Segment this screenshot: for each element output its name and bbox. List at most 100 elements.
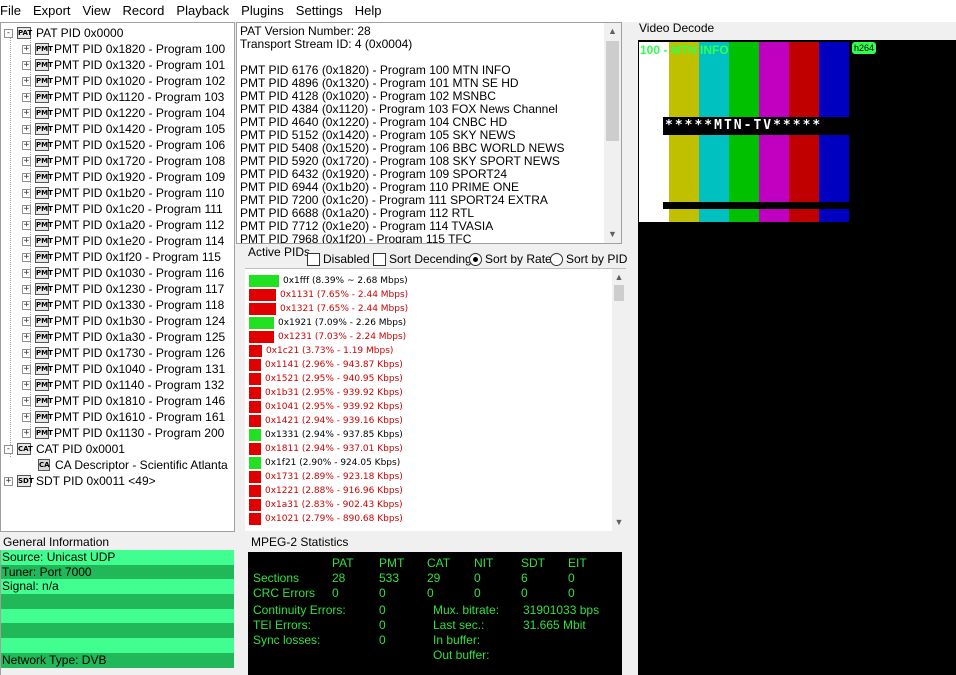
menu-file[interactable]: File (0, 0, 27, 22)
expand-icon[interactable]: + (22, 316, 31, 326)
sort-by-rate-radio[interactable]: Sort by Rate (469, 252, 552, 266)
scroll-thumb[interactable] (606, 41, 619, 141)
tree-item-pmt[interactable]: + PMT PMT PID 0x1810 - Program 146 (22, 393, 225, 409)
scroll-down-icon[interactable]: ▼ (604, 226, 621, 243)
tree-item-pmt[interactable]: + PMT PMT PID 0x1130 - Program 200 (22, 425, 224, 441)
scroll-up-icon[interactable]: ▲ (612, 269, 626, 286)
tree-item-pmt[interactable]: + PMT PMT PID 0x1a20 - Program 112 (22, 217, 224, 233)
expand-icon[interactable]: + (22, 348, 31, 358)
pid-row[interactable]: 0x1231 (7.03% - 2.24 Mbps) (249, 330, 406, 343)
expand-icon[interactable]: + (22, 76, 31, 86)
tree-item-pat[interactable]: - PAT PAT PID 0x0000 (4, 25, 123, 41)
pid-row[interactable]: 0x1a31 (2.83% - 902.43 Kbps) (249, 498, 403, 511)
sort-by-pid-radio[interactable]: Sort by PID (550, 252, 627, 266)
tree-item-pmt[interactable]: + PMT PMT PID 0x1320 - Program 101 (22, 57, 225, 73)
pids-scrollbar[interactable]: ▲ ▼ (612, 269, 626, 531)
pid-row[interactable]: 0x1041 (2.95% - 939.92 Kbps) (249, 400, 403, 413)
tree-item-cat[interactable]: - CAT CAT PID 0x0001 (4, 441, 125, 457)
expand-icon[interactable]: + (22, 300, 31, 310)
tree-item-pmt[interactable]: + PMT PMT PID 0x1920 - Program 109 (22, 169, 225, 185)
expand-icon[interactable]: + (22, 220, 31, 230)
expand-icon[interactable]: + (4, 476, 13, 486)
expand-icon[interactable]: + (22, 124, 31, 134)
menu-playback[interactable]: Playback (170, 0, 235, 22)
pid-row[interactable]: 0x1921 (7.09% - 2.26 Mbps) (249, 316, 406, 329)
active-pids-list[interactable]: ▲ ▼ 0x1fff (8.39% ~ 2.68 Mbps) 0x1131 (7.… (245, 268, 626, 531)
tree-item-pmt[interactable]: + PMT PMT PID 0x1330 - Program 118 (22, 297, 224, 313)
pid-row[interactable]: 0x1b31 (2.95% - 939.92 Kbps) (249, 386, 403, 399)
info-scrollbar[interactable]: ▲ ▼ (604, 23, 621, 243)
expand-icon[interactable]: + (22, 284, 31, 294)
pid-row[interactable]: 0x1521 (2.95% - 940.95 Kbps) (249, 372, 403, 385)
expand-icon[interactable]: + (22, 268, 31, 278)
scroll-thumb[interactable] (614, 285, 624, 301)
scroll-up-icon[interactable]: ▲ (604, 23, 621, 40)
menu-record[interactable]: Record (116, 0, 170, 22)
last-sec-value: 31.665 Mbit (523, 618, 586, 632)
expand-icon[interactable]: + (22, 428, 31, 438)
expand-icon[interactable]: + (22, 332, 31, 342)
tree-item-pmt[interactable]: + PMT PMT PID 0x1140 - Program 132 (22, 377, 224, 393)
tree-item-pmt[interactable]: + PMT PMT PID 0x1520 - Program 106 (22, 137, 225, 153)
tree-item-pmt[interactable]: + PMT PMT PID 0x1f20 - Program 115 (22, 249, 221, 265)
pid-row[interactable]: 0x1731 (2.89% - 923.18 Kbps) (249, 470, 403, 483)
expand-icon[interactable]: + (22, 172, 31, 182)
sort-descending-checkbox[interactable]: Sort Decending (373, 252, 472, 266)
pat-info-pane[interactable]: PAT Version Number: 28 Transport Stream I… (236, 22, 622, 244)
tree-item-sdt[interactable]: + SDT SDT PID 0x0011 <49> (4, 473, 156, 489)
tree-item-pmt[interactable]: + PMT PMT PID 0x1730 - Program 126 (22, 345, 225, 361)
expand-icon[interactable]: + (22, 92, 31, 102)
expand-icon[interactable]: + (22, 396, 31, 406)
tree-item-pmt[interactable]: + PMT PMT PID 0x1220 - Program 104 (22, 105, 225, 121)
menu-settings[interactable]: Settings (290, 0, 349, 22)
pid-row[interactable]: 0x1f21 (2.90% - 924.05 Kbps) (249, 456, 400, 469)
disabled-checkbox[interactable]: Disabled (307, 252, 370, 266)
tree-item-pmt[interactable]: + PMT PMT PID 0x1b20 - Program 110 (22, 185, 224, 201)
scroll-down-icon[interactable]: ▼ (612, 514, 626, 531)
expand-icon[interactable]: + (22, 204, 31, 214)
stats-crc-value: 0 (568, 586, 575, 600)
expand-icon[interactable]: + (22, 156, 31, 166)
pid-row[interactable]: 0x1fff (8.39% ~ 2.68 Mbps) (249, 274, 408, 287)
expand-icon[interactable]: + (22, 364, 31, 374)
tree-item-pmt[interactable]: + PMT PMT PID 0x1a30 - Program 125 (22, 329, 225, 345)
pid-row[interactable]: 0x1331 (2.94% - 937.85 Kbps) (249, 428, 403, 441)
expand-icon[interactable]: + (22, 252, 31, 262)
tree-item-pmt[interactable]: + PMT PMT PID 0x1b30 - Program 124 (22, 313, 225, 329)
tree-item-pmt[interactable]: + PMT PMT PID 0x1820 - Program 100 (22, 41, 225, 57)
pid-row[interactable]: 0x1321 (7.65% - 2.44 Mbps) (249, 302, 408, 315)
expand-icon[interactable]: + (22, 44, 31, 54)
tree-item-pmt[interactable]: + PMT PMT PID 0x1c20 - Program 111 (22, 201, 223, 217)
tree-item-ca-descriptor[interactable]: CA CA Descriptor - Scientific Atlanta (25, 457, 228, 473)
pid-row[interactable]: 0x1811 (2.94% - 937.01 Kbps) (249, 442, 403, 455)
expand-icon[interactable]: + (22, 108, 31, 118)
pid-row[interactable]: 0x1221 (2.88% - 916.96 Kbps) (249, 484, 403, 497)
pid-tree[interactable]: - PAT PAT PID 0x0000 + PMT PMT PID 0x1820 - P… (0, 22, 235, 532)
menu-help[interactable]: Help (349, 0, 388, 22)
expand-icon[interactable]: + (22, 140, 31, 150)
menu-view[interactable]: View (77, 0, 117, 22)
tree-item-pmt[interactable]: + PMT PMT PID 0x1030 - Program 116 (22, 265, 224, 281)
tree-item-pmt[interactable]: + PMT PMT PID 0x1720 - Program 108 (22, 153, 225, 169)
tree-item-pmt[interactable]: + PMT PMT PID 0x1610 - Program 161 (22, 409, 225, 425)
expand-icon[interactable]: + (22, 188, 31, 198)
expand-icon[interactable]: + (22, 412, 31, 422)
expand-icon[interactable]: + (22, 380, 31, 390)
pid-row[interactable]: 0x1021 (2.79% - 890.68 Kbps) (249, 512, 403, 525)
tree-item-pmt[interactable]: + PMT PMT PID 0x1120 - Program 103 (22, 89, 224, 105)
tree-item-pmt[interactable]: + PMT PMT PID 0x1040 - Program 131 (22, 361, 225, 377)
expand-icon[interactable]: + (22, 236, 31, 246)
tree-item-pmt[interactable]: + PMT PMT PID 0x1230 - Program 117 (22, 281, 224, 297)
tree-item-pmt[interactable]: + PMT PMT PID 0x1420 - Program 105 (22, 121, 225, 137)
pid-row[interactable]: 0x1c21 (3.73% - 1.19 Mbps) (249, 344, 393, 357)
pid-row[interactable]: 0x1421 (2.94% - 939.16 Kbps) (249, 414, 403, 427)
expand-icon[interactable]: + (22, 60, 31, 70)
tree-item-pmt[interactable]: + PMT PMT PID 0x1020 - Program 102 (22, 73, 225, 89)
collapse-icon[interactable]: - (4, 444, 13, 454)
tree-item-pmt[interactable]: + PMT PMT PID 0x1e20 - Program 114 (22, 233, 224, 249)
menu-export[interactable]: Export (27, 0, 77, 22)
pid-row[interactable]: 0x1141 (2.96% - 943.87 Kbps) (249, 358, 403, 371)
collapse-icon[interactable]: - (4, 28, 13, 38)
pid-row[interactable]: 0x1131 (7.65% - 2.44 Mbps) (249, 288, 408, 301)
menu-plugins[interactable]: Plugins (235, 0, 290, 22)
